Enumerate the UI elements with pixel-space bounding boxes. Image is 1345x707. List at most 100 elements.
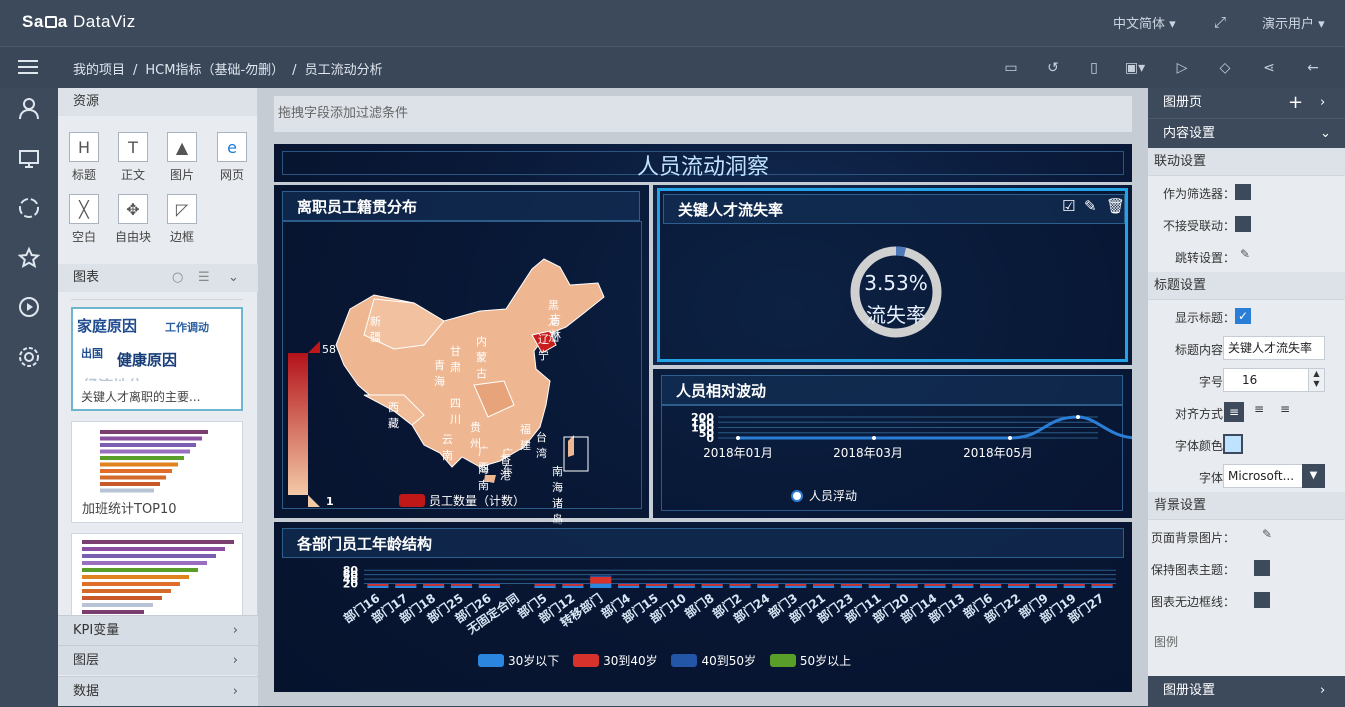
play-circle-icon[interactable] <box>17 295 41 319</box>
dept-bar <box>812 585 835 588</box>
wave-point <box>1008 436 1012 440</box>
dept-bar <box>1091 584 1113 586</box>
breadcrumb-hcm[interactable]: HCM指标（基础-勿删） <box>145 63 284 78</box>
res-blank[interactable]: ╳ 空白 <box>64 194 104 245</box>
chart-thumb-wordcloud[interactable]: 家庭原因 工作调动 出国 健康原因 经济地位 关键人才离职的主要... <box>71 307 243 411</box>
res-text[interactable]: T 正文 <box>113 132 153 183</box>
wave-legend[interactable]: 人员浮动 <box>791 487 857 504</box>
title-content-input[interactable]: 关键人才流失率 <box>1223 336 1325 360</box>
map-series-legend[interactable]: 员工数量（计数） <box>399 492 525 509</box>
font-select[interactable]: Microsoft... <box>1223 464 1303 488</box>
as-filter-checkbox[interactable] <box>1235 184 1251 200</box>
filter-drop-zone[interactable]: 拖拽字段添加过滤条件 <box>274 96 1132 132</box>
dept-bar <box>1091 583 1113 584</box>
thumb-bar <box>82 554 216 558</box>
chevron-right-icon[interactable]: › <box>1320 88 1325 118</box>
prov-yunnan: 云南 <box>442 433 453 462</box>
save-icon[interactable]: ▣▾ <box>1120 59 1150 77</box>
res-web[interactable]: e 网页 <box>212 132 252 183</box>
plus-icon[interactable]: + <box>1288 88 1303 118</box>
legend-30to40[interactable]: 30到40岁 <box>573 654 658 668</box>
chart-thumb-overtime[interactable]: 加班统计TOP10 <box>71 421 243 523</box>
res-border[interactable]: ◸ 边框 <box>162 194 202 245</box>
edit-icon[interactable]: ✎ <box>1084 197 1097 215</box>
pdf-icon[interactable]: ▯ <box>1085 59 1103 77</box>
accordion-data[interactable]: 数据 › <box>58 676 258 706</box>
refresh-circle-icon[interactable] <box>17 196 41 220</box>
accordion-layers[interactable]: 图层 › <box>58 645 258 675</box>
dept-bar <box>673 583 695 584</box>
align-left-icon[interactable]: ≡ <box>1224 402 1244 422</box>
thumb-bars <box>100 430 208 493</box>
top-bar: Sa a DataViz 中文简体 ▾ ⤢ 演示用户 ▾ <box>0 0 1345 46</box>
history-icon[interactable]: ↺ <box>1044 59 1062 77</box>
keep-theme-checkbox[interactable] <box>1254 560 1270 576</box>
dept-card[interactable]: 各部门员工年龄结构 80 60 40 20 部门16 部门17 部门18 部门25 部门26 无固… <box>274 522 1132 692</box>
search-icon[interactable]: ○ <box>172 264 183 292</box>
album-page-header[interactable]: 图册页 + › <box>1148 88 1345 118</box>
dept-x-tick: 部门8 <box>682 590 717 621</box>
card-icon[interactable]: ▭ <box>1002 59 1020 77</box>
no-border-checkbox[interactable] <box>1254 592 1270 608</box>
res-title[interactable]: H 标题 <box>64 132 104 183</box>
dept-bar <box>729 583 751 584</box>
accordion-kpi[interactable]: KPI变量 › <box>58 615 258 645</box>
edit-icon[interactable]: ✎ <box>1262 527 1272 541</box>
dept-bar <box>1007 585 1030 588</box>
wave-point <box>736 436 740 440</box>
dept-legend: 30岁以下 30到40岁 40到50岁 50岁以上 <box>478 652 851 669</box>
align-center-icon[interactable]: ≡ <box>1254 402 1264 416</box>
dept-bar <box>1007 583 1030 584</box>
no-link-checkbox[interactable] <box>1235 216 1251 232</box>
wave-point <box>1076 415 1080 419</box>
font-select-arrow[interactable]: ▼ <box>1302 464 1325 488</box>
dept-bar <box>367 585 389 588</box>
star-icon[interactable] <box>17 246 41 270</box>
list-icon[interactable]: ☰ <box>198 264 210 292</box>
settings-panel: 图册页 + › 内容设置 ⌄ 联动设置 作为筛选器： 不接受联动： 跳转设置： ✎ 标题… <box>1148 88 1345 706</box>
album-settings-header[interactable]: 图册设置 › <box>1148 676 1345 706</box>
res-free-block[interactable]: ✥ 自由块 <box>113 194 153 245</box>
check-icon[interactable]: ☑ <box>1062 197 1075 215</box>
dept-bar <box>590 576 612 584</box>
legend-over50[interactable]: 50岁以上 <box>769 654 851 668</box>
map-card[interactable]: 离职员工籍贯分布 58 1 员工数量（计数） 新疆 西藏 青海 甘肃 内蒙古 黑… <box>274 185 649 526</box>
show-title-checkbox[interactable]: ✓ <box>1235 308 1251 324</box>
monitor-icon[interactable] <box>17 146 41 170</box>
res-image[interactable]: ▲ 图片 <box>162 132 202 183</box>
edit-icon[interactable]: ✎ <box>1240 247 1250 261</box>
kpi-card[interactable]: 关键人才流失率 ☑ ✎ 🗑 3.53% 流失率 <box>657 188 1128 362</box>
font-size-stepper[interactable]: ▲ ▼ <box>1308 369 1324 391</box>
chevron-right-icon: › <box>232 653 238 668</box>
play-icon[interactable]: ▷ <box>1173 59 1191 77</box>
breadcrumb-my-projects[interactable]: 我的项目 <box>73 63 125 78</box>
dept-bar <box>450 584 473 586</box>
menu-icon[interactable] <box>18 57 38 75</box>
settings-icon[interactable] <box>17 345 41 369</box>
thumb-bar <box>100 462 178 467</box>
font-color-swatch[interactable] <box>1223 434 1243 454</box>
wave-card[interactable]: 人员相对波动 200 150 100 50 0 2018年01月 2018年03月 2018年… <box>653 369 1132 518</box>
align-right-icon[interactable]: ≡ <box>1280 402 1290 416</box>
delete-icon[interactable]: 🗑 <box>1106 197 1125 215</box>
language-select[interactable]: 中文简体 ▾ <box>1113 13 1176 32</box>
back-icon[interactable]: ← <box>1304 59 1322 77</box>
dept-bar <box>924 585 946 588</box>
user-menu[interactable]: 演示用户 ▾ <box>1262 13 1325 32</box>
dept-bar <box>924 583 946 584</box>
share-icon[interactable]: ⋖ <box>1260 59 1278 77</box>
chart-thumb-bars[interactable] <box>71 533 243 615</box>
bg-section: 背景设置 <box>1148 492 1345 520</box>
legend-40to50[interactable]: 40到50岁 <box>671 654 756 668</box>
dept-bar <box>1063 584 1085 586</box>
ie-icon: e <box>217 132 247 162</box>
blank-icon: ╳ <box>69 194 99 224</box>
tag-icon[interactable]: ◇ <box>1216 59 1234 77</box>
fullscreen-icon[interactable]: ⤢ <box>1214 13 1226 31</box>
dept-bar <box>1035 584 1057 586</box>
dept-bar <box>729 585 751 588</box>
chevron-down-icon[interactable]: ⌄ <box>228 264 239 292</box>
legend-under30[interactable]: 30岁以下 <box>478 654 559 668</box>
user-icon[interactable] <box>17 96 41 120</box>
content-settings-header[interactable]: 内容设置 ⌄ <box>1148 118 1345 148</box>
